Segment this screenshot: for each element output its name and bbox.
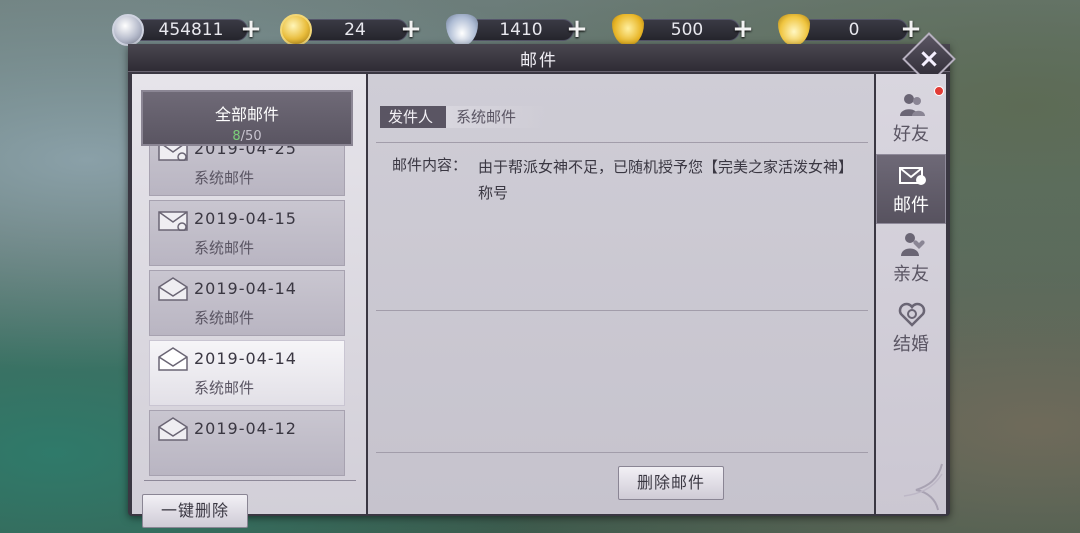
mail-count: 8/50 (232, 129, 261, 144)
silver-ingot-icon (446, 14, 478, 46)
currency-silver: 454811 + (112, 12, 264, 48)
envelope-attachment-icon (158, 211, 188, 231)
tab-marriage-label: 结婚 (893, 334, 929, 355)
delete-all-button[interactable]: 一键删除 (142, 494, 248, 528)
currency-value: 24 (344, 20, 366, 40)
mail-date: 2019-04-14 (194, 349, 297, 368)
notification-dot (934, 86, 944, 96)
mail-list[interactable]: 2019-04-25 系统邮件 2019-04-15 系统邮件 2019-04-… (149, 144, 347, 476)
mail-content: 由于帮派女神不足，已随机授予您【完美之家活泼女神】称号 (478, 158, 854, 202)
mail-sender: 系统邮件 (194, 239, 255, 257)
title-bar: 邮件 (128, 44, 950, 72)
mail-detail-panel: 发件人 系统邮件 邮件内容： 由于帮派女神不足，已随机授予您【完美之家活泼女神】… (368, 74, 874, 514)
tab-mail-label: 邮件 (893, 195, 929, 216)
mail-date: 2019-04-25 (194, 144, 297, 158)
tab-friends[interactable]: 好友 (876, 84, 946, 154)
tab-relatives-label: 亲友 (893, 264, 929, 285)
mail-count-current: 8 (232, 129, 241, 144)
divider (376, 452, 868, 453)
relatives-icon (901, 233, 925, 256)
tab-all-mail[interactable]: 全部邮件 8/50 (141, 90, 353, 146)
silver-coin-icon (112, 14, 144, 46)
currency-silver-ingot: 1410 + (446, 12, 590, 48)
list-item[interactable]: 2019-04-12 (149, 410, 345, 476)
add-silver-ingot-button[interactable]: + (564, 16, 590, 43)
currency-bar: 454811 + 24 + 1410 + 500 + 0 + (112, 12, 932, 48)
tab-all-mail-label: 全部邮件 (214, 105, 279, 124)
mail-sender: 系统邮件 (194, 379, 255, 397)
currency-value: 500 (670, 20, 704, 40)
envelope-open-icon (158, 277, 188, 301)
window-title: 邮件 (520, 51, 558, 71)
envelope-attachment-icon (158, 144, 188, 161)
side-tabs: 好友 邮件 亲友 结婚 (876, 74, 946, 514)
add-gold-button[interactable]: + (398, 16, 424, 43)
currency-gold: 24 + (280, 12, 424, 48)
mail-icon (899, 167, 926, 185)
divider (144, 480, 356, 481)
currency-value: 1410 (499, 20, 543, 40)
list-item[interactable]: 2019-04-15 系统邮件 (149, 200, 345, 266)
mail-date: 2019-04-14 (194, 279, 297, 298)
mail-window: 邮件 × 全部邮件 8/50 2019-04-25 系统邮件 2019-04-1… (128, 32, 956, 528)
content-label: 邮件内容： (392, 156, 468, 174)
delete-mail-button[interactable]: 删除邮件 (618, 466, 724, 500)
tab-friends-label: 好友 (893, 124, 929, 145)
envelope-open-icon (158, 347, 188, 371)
currency-locked-gold-ingot: 500 + (612, 12, 756, 48)
mail-date: 2019-04-12 (194, 419, 297, 438)
list-item[interactable]: 2019-04-25 系统邮件 (149, 144, 345, 196)
envelope-open-icon (158, 417, 188, 441)
corner-ornament-icon (903, 463, 943, 511)
mail-list-panel: 全部邮件 8/50 2019-04-25 系统邮件 2019-04-15 系统邮… (132, 74, 366, 528)
mail-sender: 系统邮件 (194, 169, 255, 187)
divider (376, 142, 868, 143)
currency-gold-ingot: 0 + (778, 12, 924, 48)
tab-relatives[interactable]: 亲友 (876, 224, 946, 294)
mail-date: 2019-04-15 (194, 209, 297, 228)
gold-coin-icon (280, 14, 312, 46)
friends-icon (900, 94, 925, 116)
list-item[interactable]: 2019-04-14 系统邮件 (149, 270, 345, 336)
mail-sender: 系统邮件 (194, 309, 255, 327)
sender-name: 系统邮件 (446, 106, 546, 128)
add-locked-ingot-button[interactable]: + (730, 16, 756, 43)
close-icon: × (918, 44, 940, 74)
list-item-selected[interactable]: 2019-04-14 系统邮件 (149, 340, 345, 406)
divider (376, 310, 868, 311)
locked-gold-ingot-icon (612, 14, 644, 46)
currency-value: 0 (848, 20, 860, 40)
sender-label: 发件人 (380, 106, 446, 128)
tab-mail[interactable]: 邮件 (876, 154, 946, 224)
mail-count-total: /50 (240, 129, 262, 144)
add-silver-button[interactable]: + (238, 16, 264, 43)
currency-value: 454811 (158, 20, 224, 40)
gold-ingot-icon (778, 14, 810, 46)
marriage-icon (898, 302, 926, 327)
tab-marriage[interactable]: 结婚 (876, 294, 946, 364)
